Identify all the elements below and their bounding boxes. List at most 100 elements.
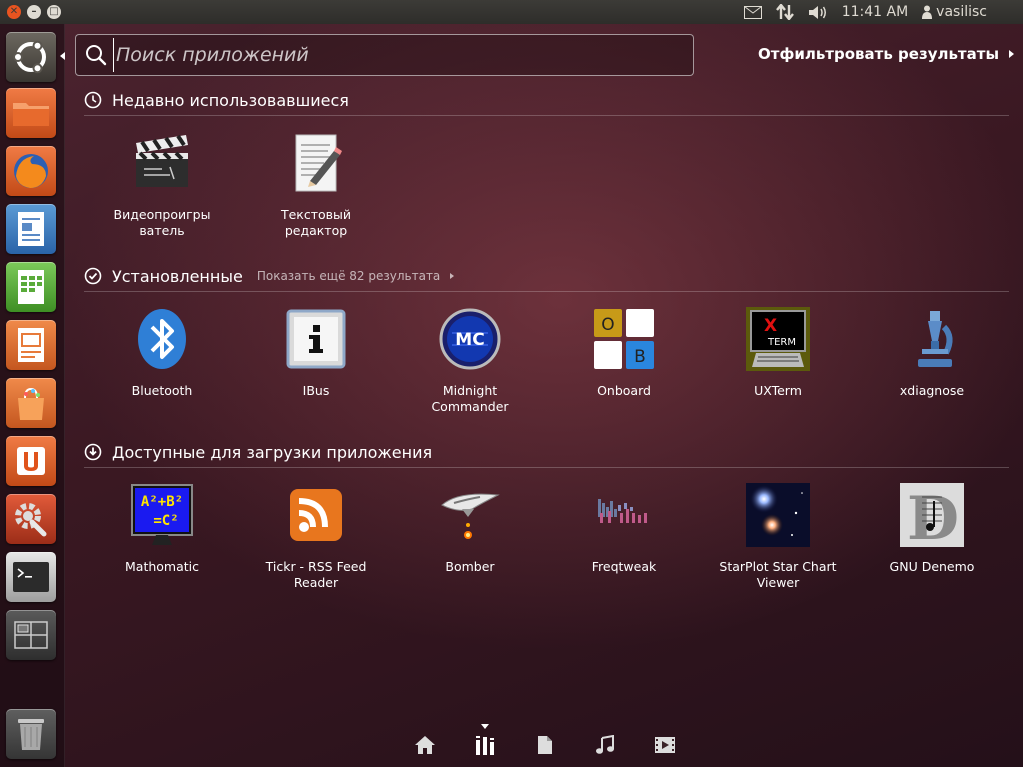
launcher-trash-button[interactable] [6, 709, 56, 759]
lens-files-button[interactable] [530, 728, 560, 762]
app-label: xdiagnose [899, 383, 965, 398]
show-more-results-link[interactable]: Показать ещё 82 результата [256, 269, 455, 283]
network-icon[interactable] [775, 4, 794, 20]
launcher-files-button[interactable] [6, 88, 56, 138]
lens-bar [410, 724, 710, 762]
user-menu[interactable]: vasilisc [922, 4, 987, 20]
lens-video-button[interactable] [650, 728, 680, 762]
app-tile-text-editor[interactable]: Текстовый редактор [251, 131, 381, 239]
denemo-icon: D [900, 483, 964, 547]
app-tile-bomber[interactable]: Bomber [405, 483, 535, 575]
launcher-dash-button[interactable] [6, 32, 56, 82]
app-tile-uxterm[interactable]: X TERM UXTerm [713, 307, 843, 399]
firefox-icon [14, 154, 48, 188]
launcher-writer-button[interactable] [6, 204, 56, 254]
bomber-spaceship-icon [441, 493, 500, 539]
app-label: IBus [302, 383, 330, 398]
starplot-icon [746, 483, 810, 547]
app-tile-midnight-commander[interactable]: MC Midnight Commander [405, 307, 535, 415]
show-more-results-label: Показать ещё 82 результата [256, 269, 441, 283]
terminal-icon [13, 562, 49, 592]
app-tile-denemo[interactable]: D GNU Denemo [867, 483, 997, 575]
clapperboard-icon [136, 134, 188, 187]
section-recent-header[interactable]: Недавно использовавшиеся [84, 88, 1009, 112]
section-installed-header[interactable]: Установленные Показать ещё 82 результата [84, 264, 1009, 288]
shopping-bag-icon [18, 387, 44, 420]
ubuntu-logo-icon [13, 40, 46, 74]
launcher-impress-button[interactable] [6, 320, 56, 370]
mathomatic-line2: =C² [153, 513, 178, 529]
filter-arrow-icon [1009, 50, 1015, 58]
launcher-settings-button[interactable] [6, 494, 56, 544]
launcher-calc-button[interactable] [6, 262, 56, 312]
app-label: Bomber [445, 559, 495, 574]
app-label: Видеопроигры ватель [113, 207, 211, 238]
folder-icon [13, 103, 49, 126]
mail-icon[interactable] [743, 5, 762, 19]
app-tile-video-player[interactable]: Видеопроигры ватель [97, 131, 227, 239]
search-icon [86, 45, 107, 66]
window-minimize-button[interactable]: – [27, 5, 41, 19]
section-recent-title: Недавно использовавшиеся [112, 90, 349, 110]
app-tile-bluetooth[interactable]: Bluetooth [97, 307, 227, 399]
launcher-workspaces-button[interactable] [6, 610, 56, 660]
launcher-firefox-button[interactable] [6, 146, 56, 196]
app-label: Midnight Commander [431, 383, 509, 414]
presentation-icon [18, 328, 44, 362]
video-icon [655, 737, 675, 753]
lens-home-button[interactable] [410, 728, 440, 762]
window-close-button[interactable]: ✕ [7, 5, 21, 19]
filter-results-button[interactable]: Отфильтровать результаты [758, 45, 1015, 63]
freqtweak-icon [598, 499, 647, 523]
volume-icon[interactable] [808, 5, 828, 20]
section-installed-title: Установленные [112, 266, 243, 286]
onboard-key-o: O [601, 315, 614, 335]
search-box [75, 34, 694, 76]
app-tile-mathomatic[interactable]: A²+B² =C² Mathomatic [97, 483, 227, 575]
app-label: UXTerm [754, 383, 802, 398]
midnight-commander-icon: MC [439, 308, 501, 370]
user-name: vasilisc [936, 4, 987, 20]
search-input[interactable] [113, 38, 693, 72]
spreadsheet-icon [18, 270, 44, 304]
download-circle-icon [84, 443, 102, 461]
lens-music-button[interactable] [590, 728, 620, 762]
clock[interactable]: 11:41 AM [842, 4, 908, 20]
launcher-ubuntu-one-button[interactable] [6, 436, 56, 486]
app-tile-starplot[interactable]: StarPlot Star Chart Viewer [713, 483, 843, 591]
system-tray: 11:41 AM vasilisc [743, 0, 1023, 24]
app-label: Freqtweak [591, 559, 657, 574]
section-divider [84, 115, 1009, 116]
launcher-active-arrow [60, 52, 65, 60]
lens-applications-button[interactable] [470, 724, 500, 762]
app-tile-freqtweak[interactable]: Freqtweak [559, 483, 689, 575]
document-icon [18, 212, 44, 246]
active-lens-indicator [481, 724, 489, 729]
onboard-key-b: B [634, 347, 646, 367]
app-tile-tickr[interactable]: Tickr - RSS Feed Reader [251, 483, 381, 591]
xterm-x-text: X [764, 316, 777, 336]
section-divider [84, 467, 1009, 468]
app-label: Текстовый редактор [280, 207, 352, 238]
rss-feed-icon [290, 489, 342, 541]
microscope-icon [918, 311, 953, 367]
window-maximize-button[interactable]: □ [47, 5, 61, 19]
checkmark-circle-icon [84, 267, 102, 285]
app-tile-xdiagnose[interactable]: xdiagnose [867, 307, 997, 399]
app-label: Mathomatic [125, 559, 199, 574]
app-tile-onboard[interactable]: O B Onboard [559, 307, 689, 399]
show-more-arrow-icon [450, 273, 455, 279]
app-label: Tickr - RSS Feed Reader [265, 559, 367, 590]
app-label: StarPlot Star Chart Viewer [719, 559, 837, 590]
clock-icon [84, 91, 102, 109]
launcher [0, 24, 65, 767]
section-available-title: Доступные для загрузки приложения [112, 442, 433, 462]
onboard-keyboard-icon: O B [594, 309, 654, 369]
section-available-header[interactable]: Доступные для загрузки приложения [84, 440, 1009, 464]
mathomatic-icon: A²+B² =C² [131, 484, 193, 545]
app-label: Onboard [597, 383, 651, 398]
ubuntu-one-icon [17, 447, 45, 475]
launcher-terminal-button[interactable] [6, 552, 56, 602]
launcher-software-center-button[interactable] [6, 378, 56, 428]
app-tile-ibus[interactable]: IBus [251, 307, 381, 399]
